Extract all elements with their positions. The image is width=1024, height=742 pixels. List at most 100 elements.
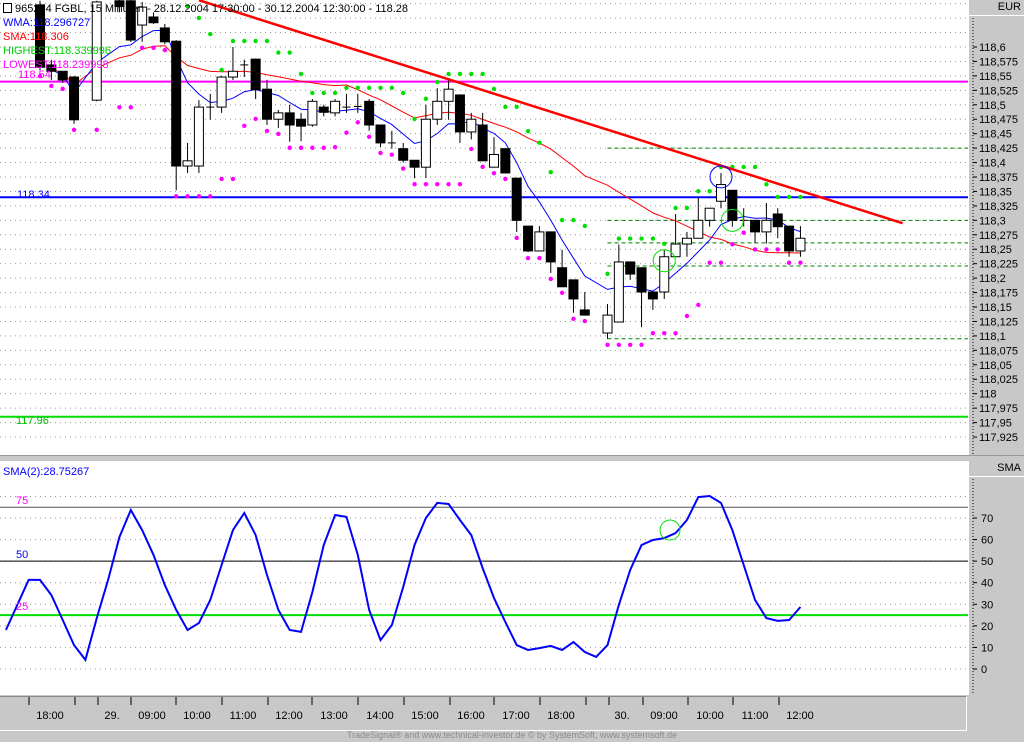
highest-dot: [650, 236, 656, 241]
trendline: [198, 0, 903, 225]
highest-dot: [752, 164, 758, 170]
candle-bullish: [670, 243, 681, 258]
candle-bullish: [227, 70, 238, 78]
oscillator-legend: SMA(2):28.75267: [3, 466, 90, 478]
osc-tick-label: 10: [981, 642, 993, 654]
candle-bearish: [171, 40, 182, 167]
lowest-dot: [764, 247, 769, 252]
candle-bullish: [193, 106, 204, 167]
price-tick-label: 118,225: [979, 259, 1018, 271]
highest-dot: [707, 189, 712, 194]
highest-dot: [219, 67, 224, 73]
time-label: 14:00: [366, 710, 394, 722]
candle-bearish: [262, 88, 272, 120]
candle-bullish: [443, 88, 454, 102]
osc-tick-label: 70: [981, 513, 993, 525]
price-tick-label: 118,6: [979, 42, 1006, 54]
candle-bearish: [636, 267, 647, 293]
lowest-dot: [650, 331, 656, 336]
time-label: 11:00: [230, 710, 257, 722]
time-axis[interactable]: 18:00 29. 09:00 10:00 11:00 12:00 13:00 14:00 15…: [0, 696, 967, 731]
lowest-dot: [503, 176, 508, 182]
highest-dot: [491, 86, 497, 92]
candle-bearish: [647, 291, 658, 300]
lowest-dot: [344, 130, 349, 135]
lowest-dot: [230, 176, 236, 182]
lowest-dot: [525, 255, 531, 261]
price-tick-label: 118,475: [979, 114, 1018, 126]
highest-dot: [253, 38, 258, 44]
footer-copyright: TradeSignal® and www.technical-investor.…: [346, 730, 678, 740]
candle-bearish: [409, 159, 420, 168]
lowest-dot: [696, 302, 701, 308]
time-label: 13:00: [320, 710, 348, 722]
candle-bearish: [398, 148, 409, 161]
oscillator-chart[interactable]: [0, 461, 968, 695]
highest-dot: [764, 182, 769, 187]
highest-dot: [378, 85, 383, 91]
time-label: 18:00: [36, 710, 64, 722]
candle-bullish: [330, 100, 341, 114]
candle-bearish: [296, 118, 307, 127]
price-axis[interactable]: EUR 118,6 118,575 118,55 118,525 118,5 118,47…: [968, 0, 1024, 455]
osc-tick-label: 30: [981, 599, 993, 611]
lowest-dot: [684, 313, 690, 319]
candle-bullish: [273, 112, 284, 120]
candle-bearish: [568, 279, 579, 300]
highest-dot: [412, 116, 417, 122]
candle-bullish: [432, 100, 443, 120]
highest-dot: [559, 217, 565, 223]
lowest-dot: [310, 145, 315, 150]
price-axis-ticks: 118,6 118,575 118,55 118,525 118,5 118,475 118…: [972, 18, 1018, 455]
lowest-dot: [117, 105, 122, 110]
candle-bearish: [523, 225, 534, 252]
candle-bearish: [69, 76, 80, 121]
osc-tick-label: 0: [981, 664, 987, 676]
highest-dot: [298, 71, 304, 77]
price-chart[interactable]: [0, 0, 968, 455]
oscillator-axis[interactable]: SMA 70 60 50 40 30 20 10 0: [968, 461, 1024, 695]
legend-highest: HIGHEST:118.339996: [3, 45, 112, 57]
highest-dot: [230, 38, 236, 44]
price-tick-label: 118,425: [979, 143, 1018, 155]
price-tick-label: 118,575: [979, 56, 1018, 68]
lowest-dot: [321, 145, 326, 150]
lowest-dot: [605, 342, 610, 347]
lowest-dot: [219, 176, 224, 182]
price-chart-panel[interactable]: 965264 FGBL, 15 Minuten - 28.12.2004 17:…: [0, 0, 968, 455]
lowest-dot: [775, 247, 780, 252]
highest-dot: [457, 71, 463, 77]
lowest-dot: [71, 127, 77, 133]
price-tick-label: 118,4: [979, 158, 1006, 170]
level-label-117-96: 117.96: [16, 415, 49, 427]
price-tick-label: 118,5: [979, 100, 1006, 112]
lowest-dot: [253, 116, 258, 122]
candle-bearish: [284, 112, 295, 126]
highest-dot: [514, 104, 519, 110]
highest-dot: [605, 271, 610, 277]
time-label: 16:00: [457, 710, 485, 722]
lowest-dot: [196, 194, 202, 199]
lowest-dot: [662, 331, 667, 336]
price-tick-label: 118,3: [979, 215, 1006, 227]
lowest-dot: [60, 86, 65, 92]
lowest-dot: [730, 242, 735, 247]
lowest-dot: [582, 318, 587, 324]
price-tick-label: 118,075: [979, 345, 1018, 357]
lowest-dot: [49, 83, 54, 89]
time-label: 12:00: [275, 710, 303, 722]
lowest-dot: [276, 131, 281, 137]
chart-settings-icon[interactable]: [3, 3, 12, 13]
oscillator-panel[interactable]: SMA(2):28.75267 75 50 25: [0, 461, 968, 695]
lowest-dot: [616, 342, 622, 347]
lowest-dot: [548, 276, 553, 282]
time-axis-ticks: 18:00 29. 09:00 10:00 11:00 12:00 13:00 14:00 15…: [28, 697, 814, 722]
price-tick-label: 117,95: [979, 418, 1012, 430]
highest-dot: [798, 194, 803, 200]
candle-bullish: [466, 118, 477, 133]
candle-bearish: [579, 309, 590, 316]
highest-dot: [775, 194, 780, 200]
highest-dot: [571, 217, 576, 223]
legend-sma: SMA:118.306: [3, 31, 69, 43]
candle-bearish: [511, 177, 522, 221]
